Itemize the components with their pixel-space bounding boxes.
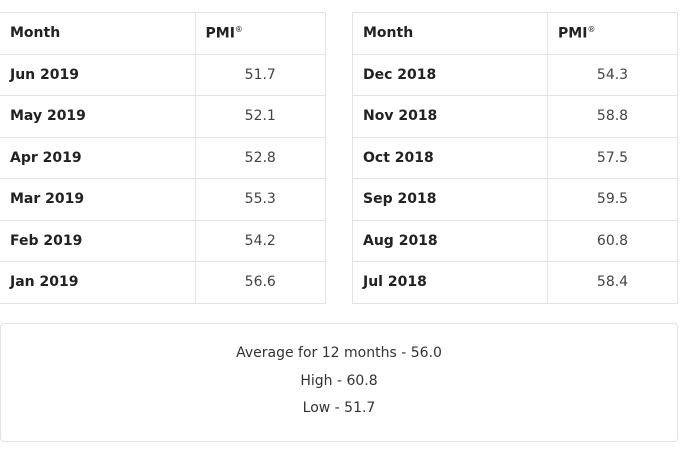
table-row: Apr 2019 52.8 (0, 136, 326, 179)
column-header-pmi: PMI® (547, 12, 678, 55)
table-row: Mar 2019 55.3 (0, 178, 326, 221)
table-row: May 2019 52.1 (0, 95, 326, 138)
pmi-table-right: Month PMI® Dec 2018 54.3 Nov 2018 58.8 Oct… (352, 12, 678, 304)
pmi-value-cell: 59.5 (547, 178, 678, 221)
table-header-row: Month PMI® (352, 12, 678, 55)
table-row: Oct 2018 57.5 (352, 136, 678, 179)
month-cell: Jan 2019 (0, 261, 196, 304)
month-cell: Mar 2019 (0, 178, 196, 221)
low-summary: Low - 51.7 (302, 400, 376, 416)
table-row: Feb 2019 54.2 (0, 219, 326, 262)
registered-mark: ® (587, 24, 596, 34)
month-cell: Dec 2018 (352, 53, 548, 96)
pmi-value-cell: 58.4 (547, 261, 678, 304)
pmi-value-cell: 60.8 (547, 219, 678, 262)
pmi-value-cell: 55.3 (194, 178, 326, 221)
table-row: Sep 2018 59.5 (352, 178, 678, 221)
table-row: Jul 2018 58.4 (352, 261, 678, 304)
pmi-value-cell: 54.2 (194, 219, 326, 262)
pmi-value-cell: 57.5 (547, 136, 678, 179)
table-row: Dec 2018 54.3 (352, 53, 678, 96)
summary-box: Average for 12 months - 56.0 High - 60.8… (0, 323, 678, 442)
month-cell: Oct 2018 (352, 136, 548, 179)
table-row: Aug 2018 60.8 (352, 219, 678, 262)
high-summary: High - 60.8 (300, 372, 378, 389)
pmi-value-cell: 58.8 (547, 95, 678, 138)
column-header-month: Month (0, 12, 196, 55)
month-cell: May 2019 (0, 95, 196, 138)
pmi-value-cell: 56.6 (194, 261, 326, 304)
table-row: Nov 2018 58.8 (352, 95, 678, 138)
page: Month PMI® Jun 2019 51.7 May 2019 52.1 Apr… (0, 0, 700, 450)
month-cell: Sep 2018 (352, 178, 548, 221)
month-cell: Feb 2019 (0, 219, 196, 262)
column-header-month: Month (352, 12, 548, 55)
average-summary: Average for 12 months - 56.0 (236, 345, 442, 361)
month-cell: Apr 2019 (0, 136, 196, 179)
table-row: Jan 2019 56.6 (0, 261, 326, 304)
pmi-value-cell: 54.3 (547, 53, 678, 96)
month-cell: Jun 2019 (0, 53, 196, 96)
table-row: Jun 2019 51.7 (0, 53, 326, 96)
pmi-table-left: Month PMI® Jun 2019 51.7 May 2019 52.1 Apr… (0, 12, 326, 304)
month-cell: Aug 2018 (352, 219, 548, 262)
column-header-pmi: PMI® (194, 12, 326, 55)
month-cell: Jul 2018 (352, 261, 548, 304)
pmi-value-cell: 51.7 (194, 53, 326, 96)
month-cell: Nov 2018 (352, 95, 548, 138)
table-header-row: Month PMI® (0, 12, 326, 55)
registered-mark: ® (234, 24, 243, 34)
pmi-value-cell: 52.8 (194, 136, 326, 179)
pmi-value-cell: 52.1 (194, 95, 326, 138)
